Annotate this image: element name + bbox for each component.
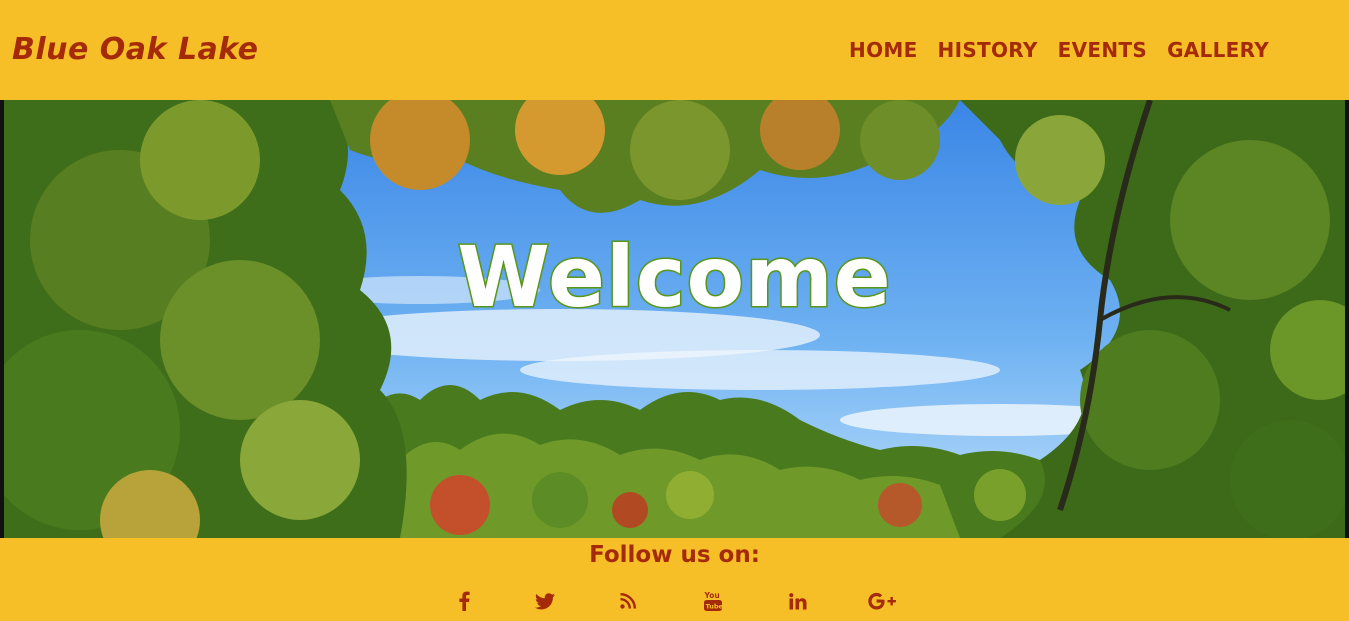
rss-icon[interactable] bbox=[613, 588, 643, 614]
nav-home[interactable]: HOME bbox=[849, 38, 918, 62]
twitter-icon[interactable] bbox=[530, 588, 560, 614]
main-nav: HOME HISTORY EVENTS GALLERY bbox=[849, 38, 1269, 62]
nav-history[interactable]: HISTORY bbox=[938, 38, 1038, 62]
site-footer: Follow us on: You Tube bbox=[0, 538, 1349, 621]
google-plus-icon[interactable] bbox=[867, 588, 897, 614]
nav-gallery[interactable]: GALLERY bbox=[1167, 38, 1269, 62]
facebook-icon[interactable] bbox=[449, 588, 479, 614]
site-header: Blue Oak Lake HOME HISTORY EVENTS GALLER… bbox=[0, 0, 1349, 100]
youtube-icon[interactable]: You Tube bbox=[698, 588, 728, 614]
svg-text:You: You bbox=[704, 591, 720, 600]
hero-heading: Welcome bbox=[456, 227, 892, 328]
svg-text:Tube: Tube bbox=[706, 603, 723, 611]
site-logo-text[interactable]: Blue Oak Lake bbox=[12, 32, 259, 67]
social-links: You Tube bbox=[0, 588, 1349, 614]
hero-banner: Welcome bbox=[0, 100, 1349, 538]
follow-us-label: Follow us on: bbox=[589, 542, 760, 568]
linkedin-icon[interactable] bbox=[783, 588, 813, 614]
nav-events[interactable]: EVENTS bbox=[1058, 38, 1147, 62]
